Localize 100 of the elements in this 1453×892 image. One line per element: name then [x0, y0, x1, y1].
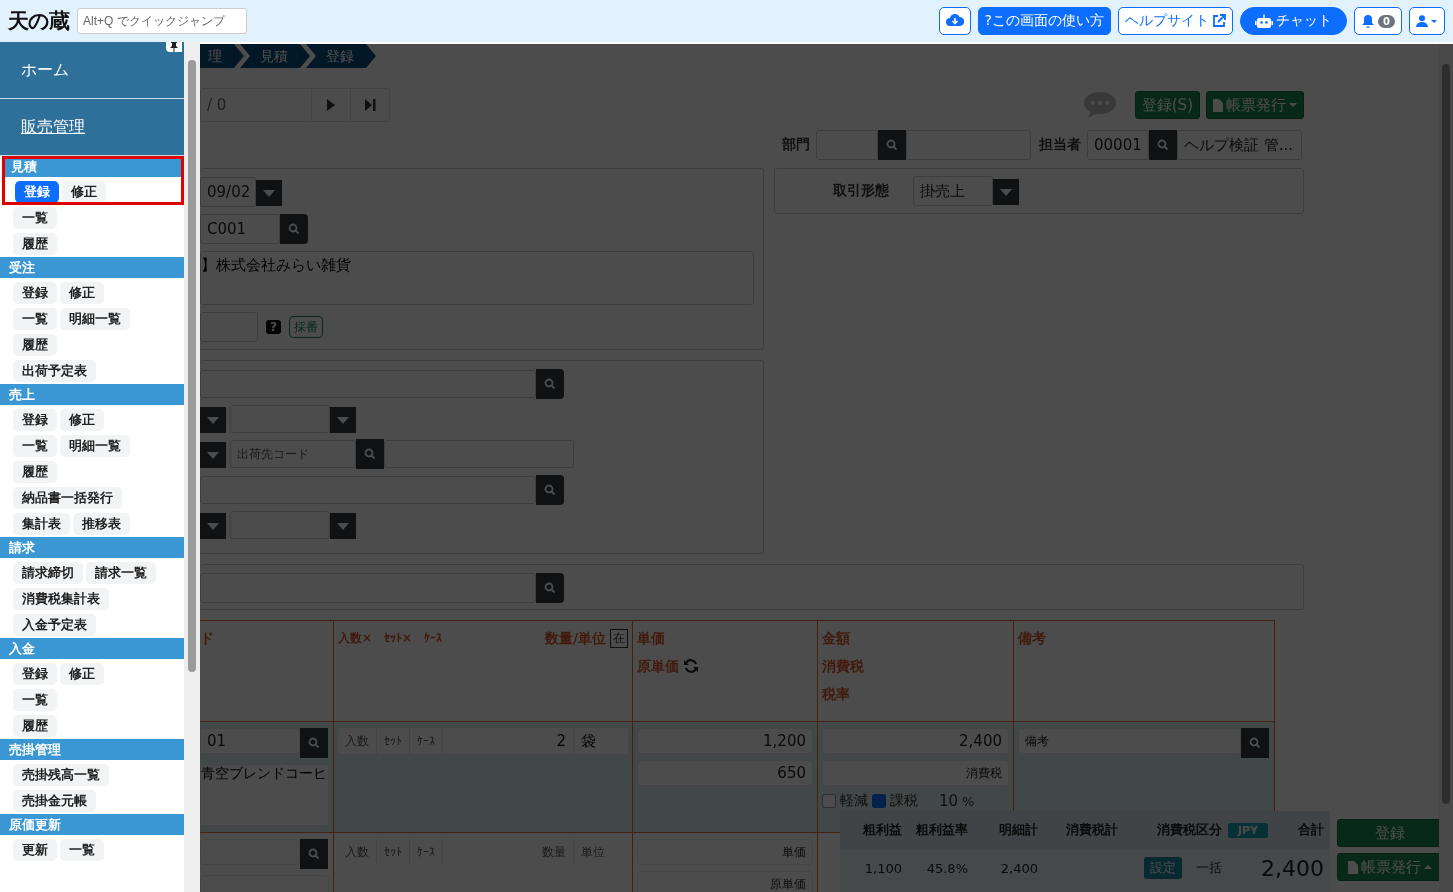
help-site-button[interactable]: ヘルプサイト	[1118, 7, 1234, 35]
scrollbar[interactable]	[1439, 44, 1453, 892]
skip-end-icon	[364, 99, 376, 111]
menu-item[interactable]: 履歴	[13, 334, 57, 356]
menu-item[interactable]: 明細一覧	[60, 435, 130, 457]
help-button[interactable]: ?この画面の使い方	[977, 7, 1112, 35]
customer-name-field[interactable]: 】株式会社みらい雑貨	[200, 251, 754, 305]
menu-item[interactable]: 売掛金元帳	[13, 790, 96, 812]
menu-item[interactable]: 推移表	[73, 513, 130, 535]
menu-group-header: 請求	[0, 537, 184, 558]
menu-item[interactable]: 修正	[62, 181, 106, 203]
quantity-field[interactable]: 2	[443, 728, 574, 754]
trade-type-select[interactable]: 掛売上	[913, 176, 993, 206]
search-button[interactable]	[1241, 728, 1269, 758]
menu-item[interactable]: 消費税集計表	[13, 588, 109, 610]
input-field[interactable]	[200, 312, 258, 342]
search-button[interactable]	[300, 728, 328, 758]
note-field[interactable]: 備考	[1018, 728, 1241, 754]
menu-item[interactable]: 登録	[15, 181, 59, 203]
input-field[interactable]	[200, 476, 536, 504]
menu-item[interactable]: 入金予定表	[13, 614, 96, 636]
menu-item[interactable]: 一覧	[13, 435, 57, 457]
menu-item[interactable]: 一覧	[13, 689, 57, 711]
menu-item[interactable]: 請求締切	[13, 562, 83, 584]
dropdown[interactable]	[330, 407, 356, 433]
input-field[interactable]	[200, 370, 536, 398]
menu-item[interactable]: 履歴	[13, 233, 57, 255]
chat-button[interactable]: チャット	[1240, 7, 1348, 35]
dropdown[interactable]	[200, 513, 226, 539]
input-field[interactable]	[200, 573, 536, 603]
sales-menu-item[interactable]: 販売管理	[0, 99, 184, 156]
search-button[interactable]	[536, 573, 564, 603]
dropdown[interactable]	[200, 407, 226, 433]
menu-item[interactable]: 更新	[13, 839, 57, 861]
unit-field[interactable]: 袋	[574, 728, 628, 754]
menu-group-header: 入金	[0, 638, 184, 659]
cost-price-field[interactable]: 650	[637, 760, 813, 786]
tax-field[interactable]: 消費税	[822, 760, 1009, 786]
user-menu-button[interactable]	[1409, 7, 1445, 35]
document-icon	[1348, 860, 1358, 874]
unit-price-field[interactable]: 1,200	[637, 728, 813, 754]
total-amount: 2,400	[1260, 855, 1325, 881]
date-field[interactable]: 09/02	[200, 177, 256, 207]
menu-group-header: 見積	[2, 156, 184, 177]
notification-button[interactable]: 0	[1354, 7, 1402, 35]
caret-icon	[207, 522, 219, 530]
menu-item[interactable]: 登録	[13, 663, 57, 685]
percent-label: %	[962, 793, 975, 809]
menu-item[interactable]: 請求一覧	[86, 562, 156, 584]
search-button[interactable]	[536, 475, 564, 505]
amount-field[interactable]: 2,400	[822, 728, 1009, 754]
sidebar-scrollbar[interactable]	[184, 42, 200, 892]
quick-jump-field[interactable]: Alt+Q でクイックジャンプ	[77, 8, 247, 34]
download-button[interactable]	[938, 7, 971, 35]
reduced-tax-checkbox[interactable]	[822, 794, 836, 808]
menu-item[interactable]: 一覧	[60, 839, 104, 861]
dropdown[interactable]	[200, 442, 226, 468]
trade-type-dropdown[interactable]	[993, 179, 1019, 205]
taxable-checkbox[interactable]	[872, 794, 886, 808]
unit-price-field[interactable]: 単価	[637, 839, 813, 865]
menu-item[interactable]: 修正	[60, 282, 104, 304]
menu-item[interactable]: 出荷予定表	[13, 360, 96, 382]
menu-item[interactable]: 修正	[60, 663, 104, 685]
refresh-icon[interactable]	[683, 658, 699, 674]
play-icon	[326, 99, 336, 111]
menu-item[interactable]: 履歴	[13, 715, 57, 737]
search-icon	[364, 448, 376, 460]
search-button[interactable]	[356, 439, 384, 469]
search-icon	[308, 737, 320, 749]
home-menu-item[interactable]: ホーム	[0, 42, 184, 99]
cost-price-field[interactable]: 原単価	[637, 871, 813, 892]
menu-item[interactable]: 集計表	[13, 513, 70, 535]
date-dropdown[interactable]	[256, 180, 282, 206]
dropdown[interactable]	[330, 513, 356, 539]
stock-button[interactable]: 在	[610, 628, 628, 648]
customer-code-field[interactable]: C001	[200, 214, 280, 244]
menu-item[interactable]: 登録	[13, 409, 57, 431]
menu-item[interactable]: 履歴	[13, 461, 57, 483]
menu-item[interactable]: 一覧	[13, 207, 57, 229]
menu-item[interactable]: 登録	[13, 282, 57, 304]
menu-item[interactable]: 納品書一括発行	[13, 487, 122, 509]
product-code-field[interactable]: 01	[200, 728, 300, 754]
search-button[interactable]	[300, 839, 328, 869]
select-field[interactable]	[230, 511, 330, 539]
menu-item[interactable]: 売掛残高一覧	[13, 764, 109, 786]
menu-item[interactable]: 一覧	[13, 308, 57, 330]
help-icon[interactable]: ?	[266, 320, 281, 334]
menu-item[interactable]: 明細一覧	[60, 308, 130, 330]
select-field[interactable]	[230, 405, 330, 433]
search-button[interactable]	[536, 369, 564, 399]
pin-icon[interactable]	[166, 42, 182, 52]
menu-item[interactable]: 修正	[60, 409, 104, 431]
product-code-field[interactable]	[200, 839, 300, 865]
logo[interactable]: 天の蔵	[8, 7, 69, 35]
input-field[interactable]	[384, 440, 574, 468]
department-field[interactable]	[816, 130, 1031, 160]
product-name-field[interactable]: 青空ブレンドコーヒ	[200, 764, 329, 826]
column-header: 原単価	[637, 657, 679, 676]
search-button[interactable]	[280, 214, 308, 244]
column-header: 金額	[822, 629, 851, 648]
